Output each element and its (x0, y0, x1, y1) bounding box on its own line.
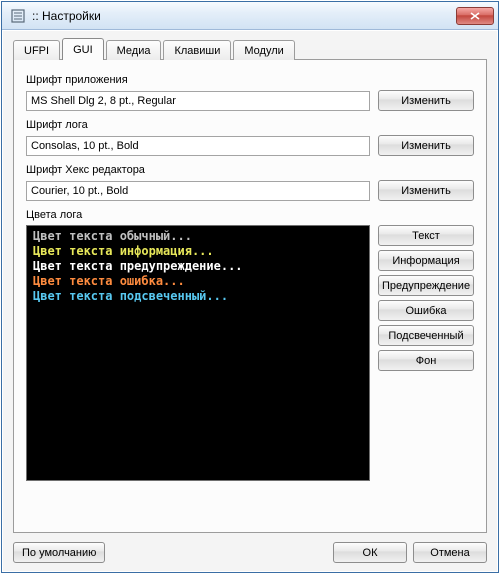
color-buttons-column: Текст Информация Предупреждение Ошибка П… (378, 225, 474, 481)
color-warn-button[interactable]: Предупреждение (378, 275, 474, 296)
color-error-button[interactable]: Ошибка (378, 300, 474, 321)
tab-label: Клавиши (174, 45, 220, 57)
change-app-font-button[interactable]: Изменить (378, 90, 474, 111)
color-info-button[interactable]: Информация (378, 250, 474, 271)
window-frame: :: Настройки UFPI GUI Медиа Клавиши Моду… (1, 1, 499, 573)
preview-line-info: Цвет текста информация... (33, 244, 363, 259)
tab-label: UFPI (24, 45, 49, 57)
change-log-font-button[interactable]: Изменить (378, 135, 474, 156)
tab-ufpi[interactable]: UFPI (13, 40, 60, 60)
preview-line-error: Цвет текста ошибка... (33, 274, 363, 289)
tab-gui[interactable]: GUI (62, 38, 104, 60)
tabstrip: UFPI GUI Медиа Клавиши Модули (13, 39, 487, 60)
preview-line-highlight: Цвет текста подсвеченный... (33, 289, 363, 304)
app-font-field[interactable]: MS Shell Dlg 2, 8 pt., Regular (26, 91, 370, 111)
defaults-button[interactable]: По умолчанию (13, 542, 105, 563)
close-button[interactable] (456, 7, 494, 25)
titlebar[interactable]: :: Настройки (2, 2, 498, 30)
log-font-field[interactable]: Consolas, 10 pt., Bold (26, 136, 370, 156)
tab-label: GUI (73, 44, 93, 56)
tab-panel-gui: Шрифт приложения MS Shell Dlg 2, 8 pt., … (13, 59, 487, 533)
color-text-button[interactable]: Текст (378, 225, 474, 246)
log-font-label: Шрифт лога (26, 119, 474, 131)
ok-button[interactable]: ОК (333, 542, 407, 563)
app-icon (10, 8, 26, 24)
change-hex-font-button[interactable]: Изменить (378, 180, 474, 201)
log-colors-label: Цвета лога (26, 209, 474, 221)
window-title: :: Настройки (32, 9, 101, 23)
preview-line-warn: Цвет текста предупреждение... (33, 259, 363, 274)
hex-font-label: Шрифт Хекс редактора (26, 164, 474, 176)
footer-bar: По умолчанию ОК Отмена (13, 542, 487, 563)
preview-line-normal: Цвет текста обычный... (33, 229, 363, 244)
color-background-button[interactable]: Фон (378, 350, 474, 371)
color-highlight-button[interactable]: Подсвеченный (378, 325, 474, 346)
close-icon (470, 12, 480, 20)
tab-keys[interactable]: Клавиши (163, 40, 231, 60)
tab-label: Медиа (117, 45, 151, 57)
tab-modules[interactable]: Модули (233, 40, 294, 60)
tab-media[interactable]: Медиа (106, 40, 162, 60)
cancel-button[interactable]: Отмена (413, 542, 487, 563)
app-font-label: Шрифт приложения (26, 74, 474, 86)
tab-label: Модули (244, 45, 283, 57)
log-colors-preview: Цвет текста обычный... Цвет текста инфор… (26, 225, 370, 481)
hex-font-field[interactable]: Courier, 10 pt., Bold (26, 181, 370, 201)
client-area: UFPI GUI Медиа Клавиши Модули Шрифт прил… (3, 31, 497, 571)
